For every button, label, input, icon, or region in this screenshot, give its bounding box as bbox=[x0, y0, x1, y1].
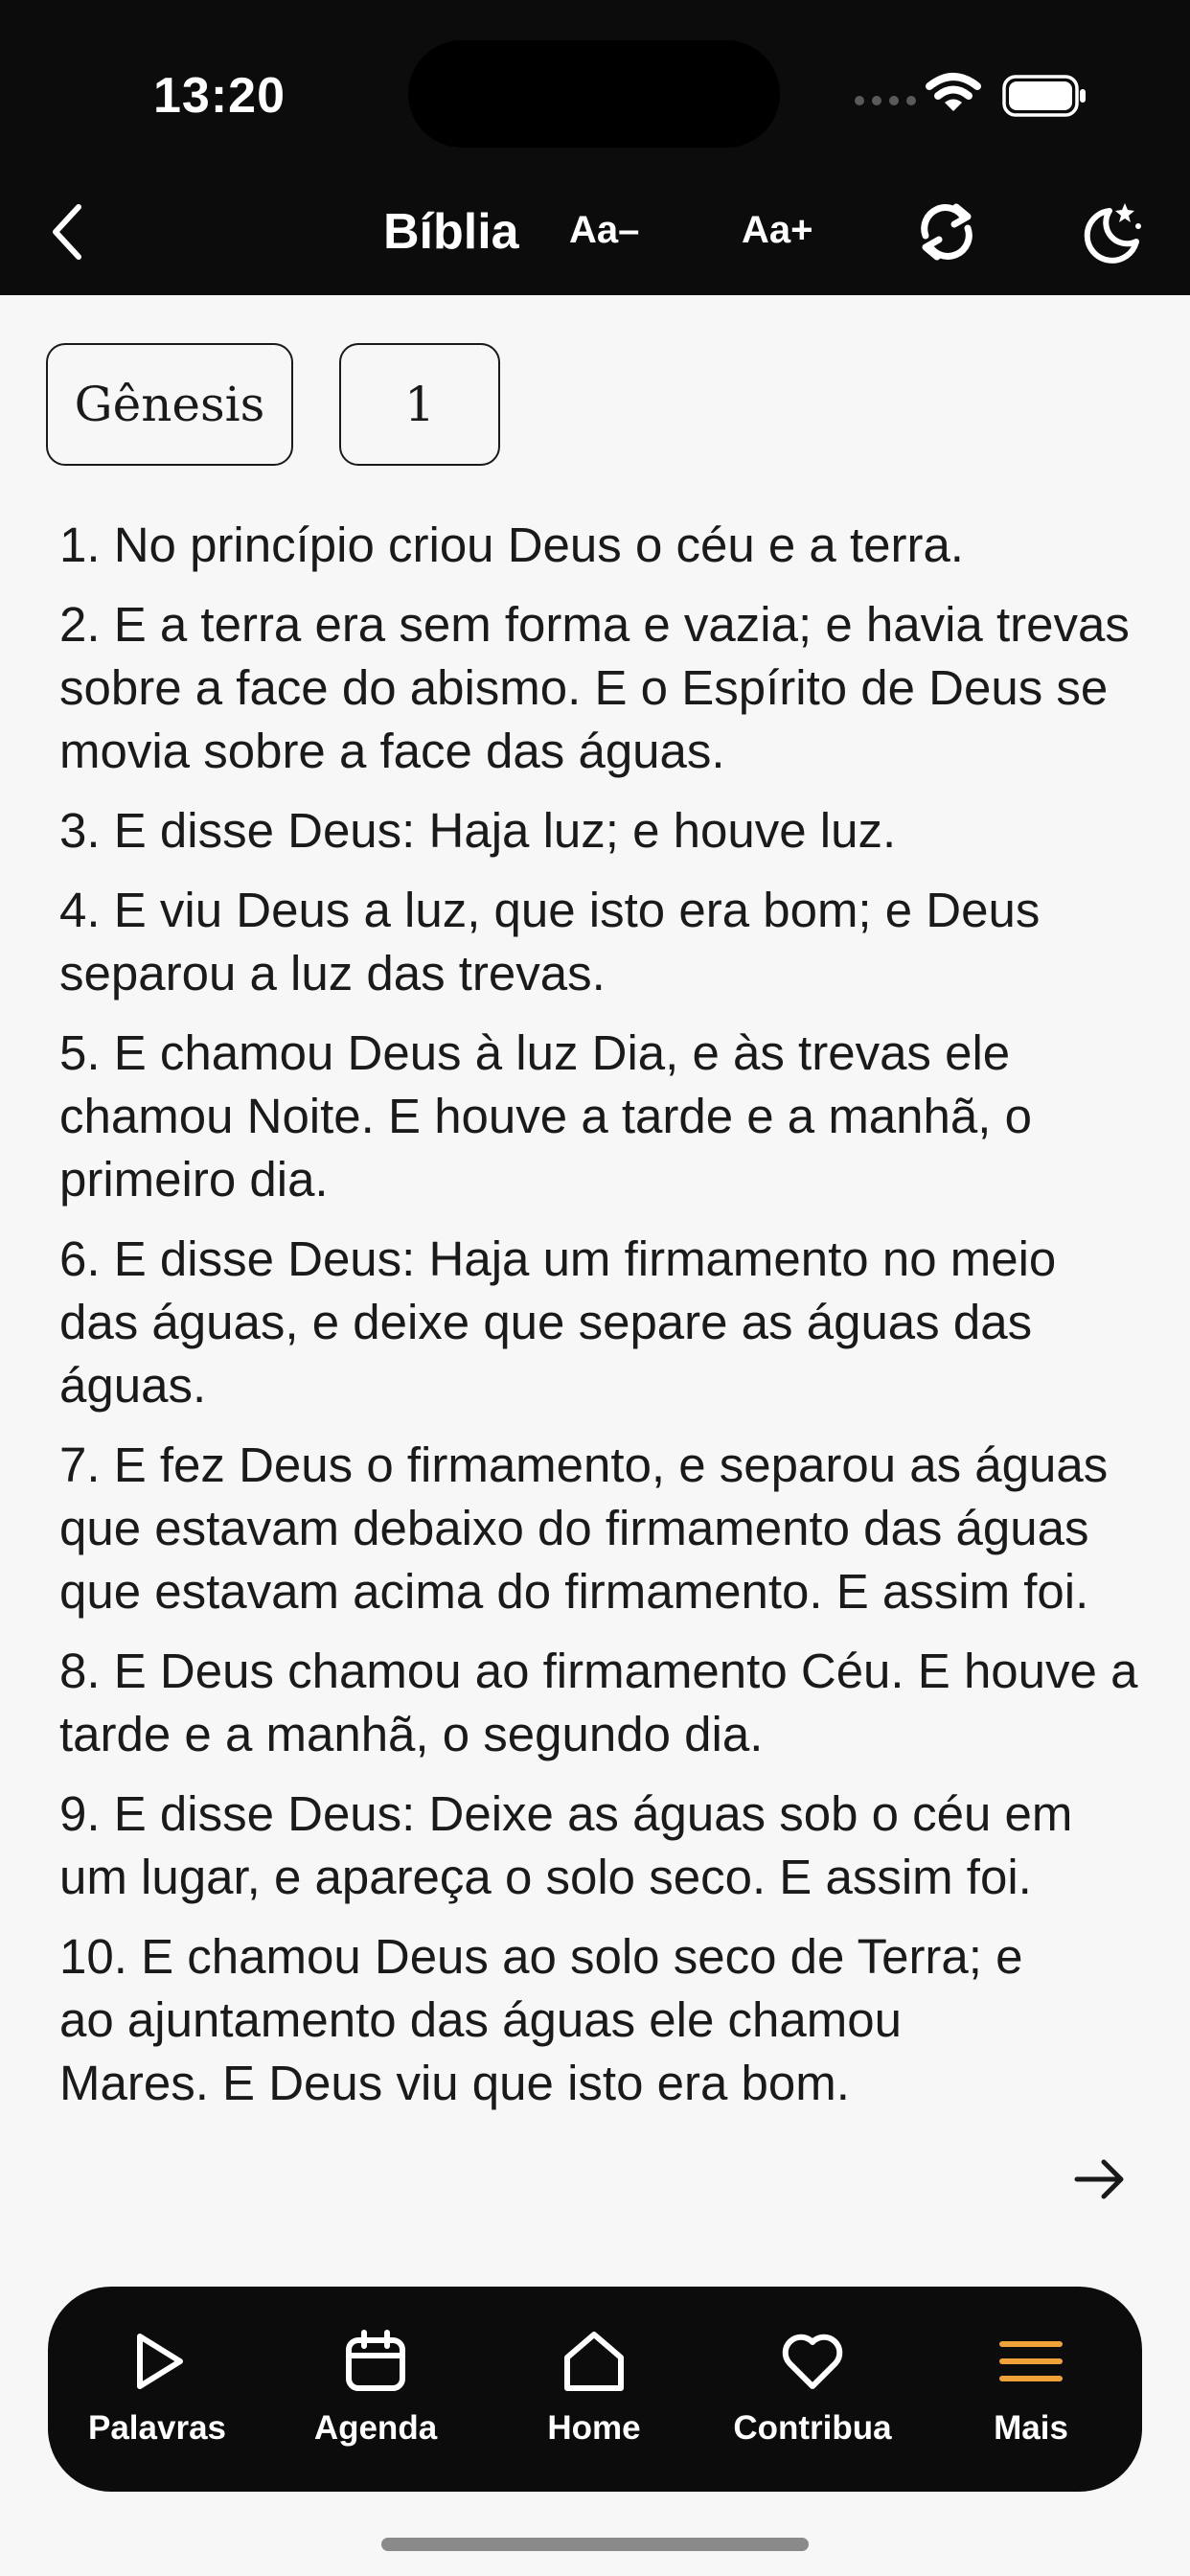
page-title: Bíblia bbox=[383, 204, 519, 260]
heart-icon bbox=[782, 2334, 843, 2389]
battery-icon bbox=[1002, 75, 1086, 117]
verse-list: 1. No princípio criou Deus o céu e a ter… bbox=[59, 514, 1142, 2264]
calendar-icon bbox=[346, 2330, 405, 2391]
sync-icon[interactable] bbox=[912, 197, 981, 266]
tab-label: Agenda bbox=[313, 2409, 438, 2447]
verse: 3. E disse Deus: Haja luz; e houve luz. bbox=[59, 803, 897, 858]
tab-contribua[interactable]: Contribua bbox=[703, 2287, 922, 2492]
tab-home[interactable]: Home bbox=[485, 2287, 703, 2492]
tab-bar: Palavras Agenda Home Contribua Mais bbox=[48, 2287, 1142, 2492]
verse: 10. E chamou Deus ao solo seco de Terra;… bbox=[59, 1929, 1023, 2110]
verse: 8. E Deus chamou ao firmamento Céu. E ho… bbox=[59, 1644, 1138, 1761]
font-increase-button[interactable]: Aa+ bbox=[742, 209, 813, 252]
verse: 4. E viu Deus a luz, que isto era bom; e… bbox=[59, 883, 1041, 1000]
tab-label: Contribua bbox=[733, 2409, 892, 2447]
top-bar: 13:20 Bíblia Aa– Aa+ bbox=[0, 0, 1190, 295]
tab-label: Palavras bbox=[87, 2409, 227, 2447]
tab-palavras[interactable]: Palavras bbox=[48, 2287, 266, 2492]
verse: 1. No princípio criou Deus o céu e a ter… bbox=[59, 518, 964, 572]
next-chapter-arrow-icon[interactable] bbox=[1071, 2152, 1129, 2206]
dynamic-island bbox=[408, 40, 780, 148]
moon-stars-icon[interactable] bbox=[1077, 197, 1146, 266]
verse: 5. E chamou Deus à luz Dia, e às trevas … bbox=[59, 1025, 1032, 1207]
verse: 2. E a terra era sem forma e vazia; e ha… bbox=[59, 597, 1130, 778]
tab-label: Home bbox=[547, 2409, 641, 2447]
play-icon bbox=[137, 2334, 183, 2389]
home-indicator[interactable] bbox=[381, 2538, 809, 2551]
home-icon bbox=[564, 2332, 624, 2391]
font-decrease-button[interactable]: Aa– bbox=[569, 209, 639, 252]
tab-mais[interactable]: Mais bbox=[922, 2287, 1140, 2492]
menu-icon bbox=[999, 2341, 1063, 2381]
back-chevron-icon[interactable] bbox=[42, 197, 92, 266]
tab-agenda[interactable]: Agenda bbox=[266, 2287, 485, 2492]
tab-label: Mais bbox=[994, 2409, 1068, 2447]
cellular-signal-icon bbox=[855, 96, 916, 105]
verse: 6. E disse Deus: Haja um firmamento no m… bbox=[59, 1231, 1057, 1413]
verse: 9. E disse Deus: Deixe as águas sob o cé… bbox=[59, 1786, 1073, 1904]
wifi-icon bbox=[926, 73, 981, 111]
book-selector[interactable]: Gênesis bbox=[46, 343, 293, 466]
verse: 7. E fez Deus o firmamento, e separou as… bbox=[59, 1438, 1109, 1619]
chapter-selector[interactable]: 1 bbox=[339, 343, 500, 466]
status-time: 13:20 bbox=[153, 68, 286, 124]
